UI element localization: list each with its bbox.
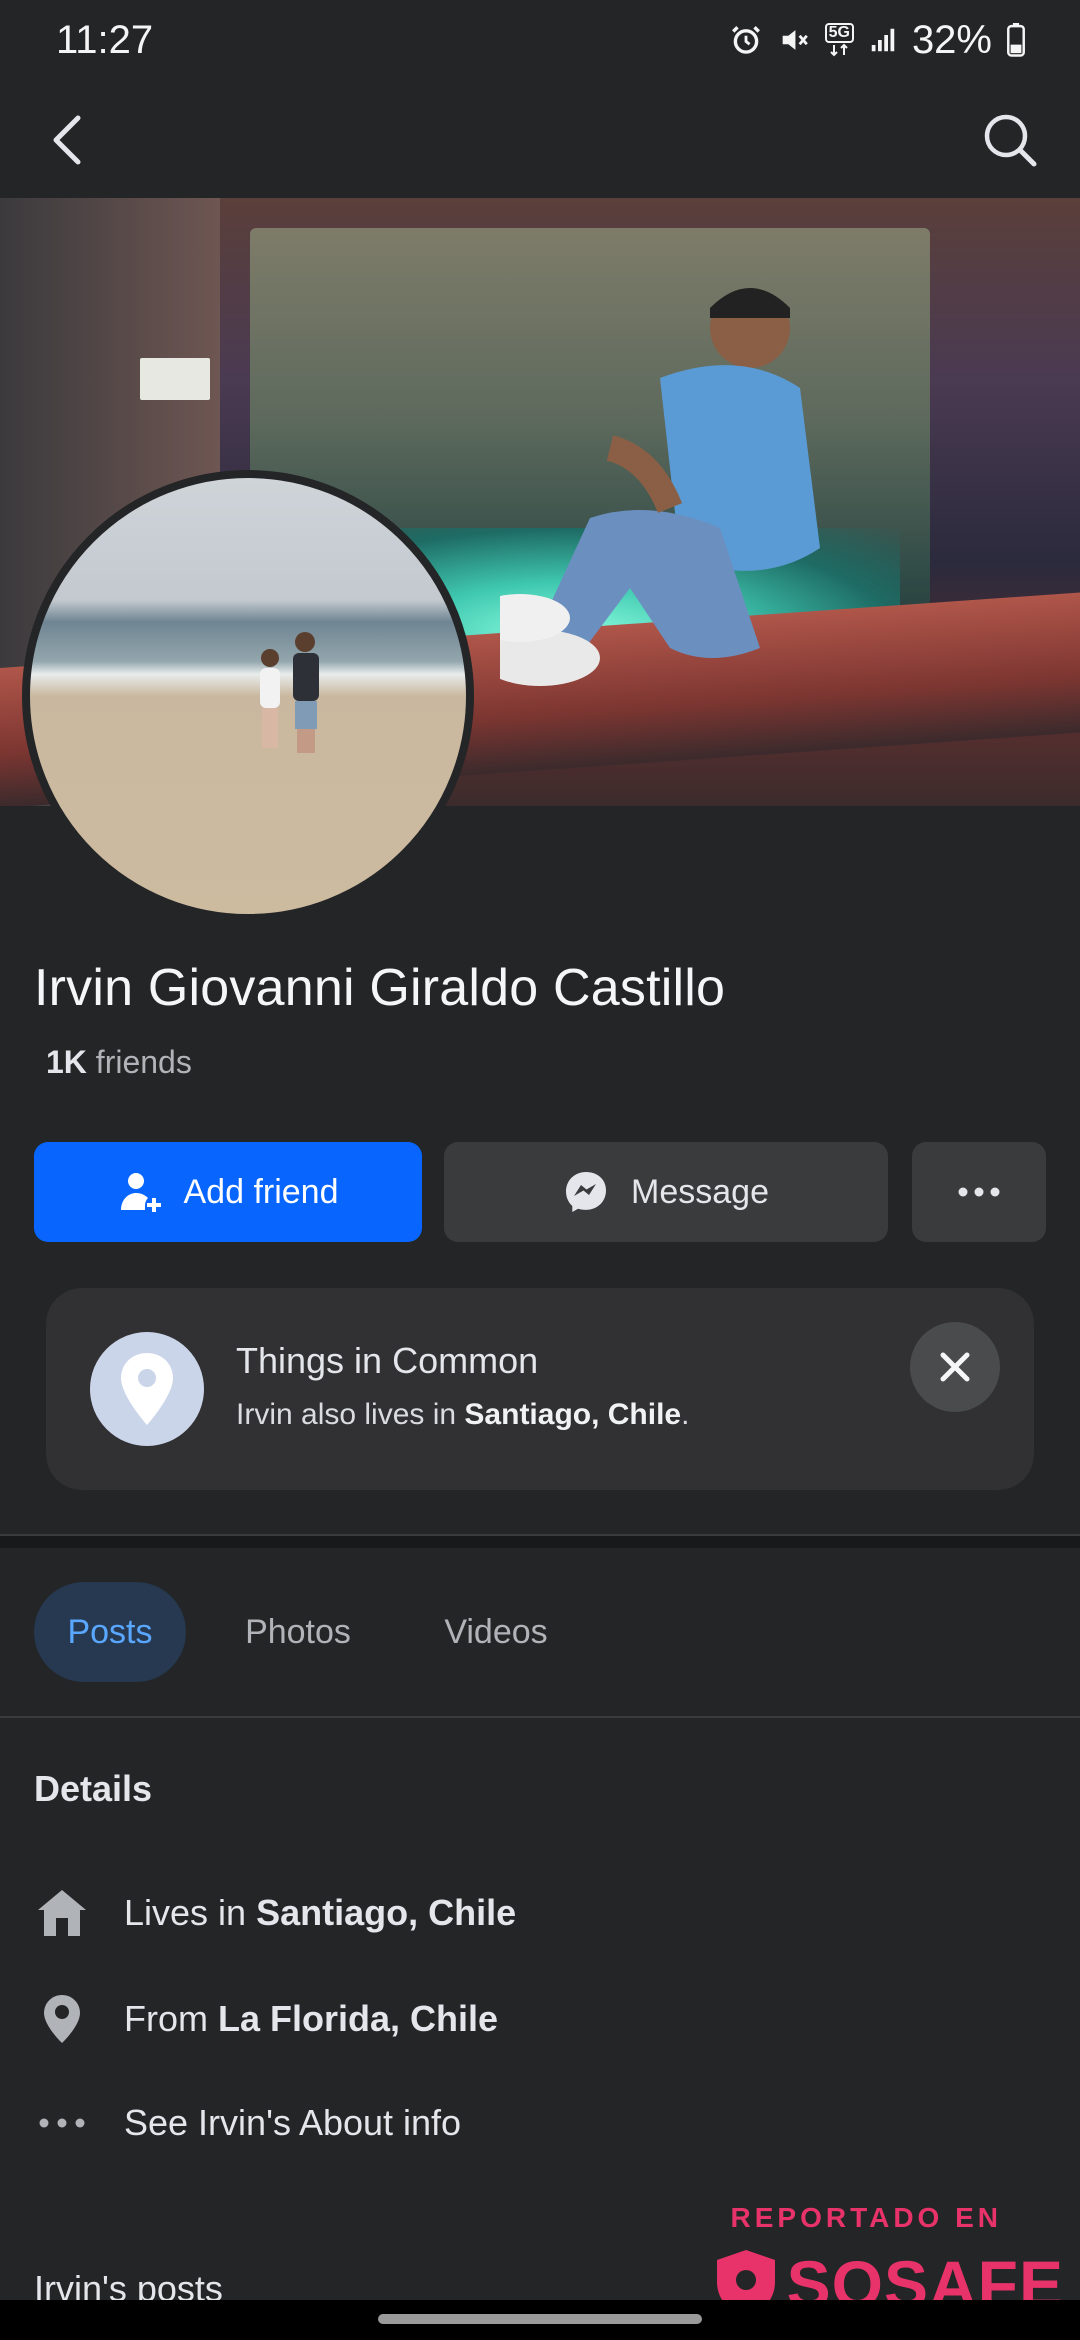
messenger-icon (566, 1172, 607, 1212)
more-horizontal-icon (0, 2117, 124, 2129)
more-horizontal-icon (958, 1187, 1000, 1197)
section-divider (0, 1534, 1080, 1548)
detail-from: From La Florida, Chile (0, 1984, 1080, 2054)
see-about-info-link[interactable]: See Irvin's About info (0, 2088, 1080, 2158)
from-place[interactable]: La Florida, Chile (218, 1998, 498, 2039)
things-in-common-text: Irvin also lives in Santiago, Chile. (236, 1398, 690, 1431)
close-icon (940, 1352, 970, 1382)
tabs-divider (0, 1716, 1080, 1718)
tab-videos[interactable]: Videos (420, 1582, 572, 1682)
search-button[interactable] (980, 110, 1040, 170)
message-label: Message (631, 1172, 769, 1211)
cover-sign (140, 358, 210, 400)
alarm-icon (729, 23, 763, 57)
home-icon (0, 1888, 124, 1938)
status-time: 11:27 (56, 18, 154, 62)
tab-posts[interactable]: Posts (34, 1582, 186, 1682)
location-icon (0, 1993, 124, 2045)
details-heading: Details (34, 1768, 153, 1809)
battery-icon (1006, 23, 1026, 57)
friends-count[interactable]: 1K friends (46, 1044, 192, 1081)
common-place: Santiago, Chile (464, 1398, 682, 1431)
location-pin-icon (90, 1332, 204, 1446)
avatar-people (260, 632, 319, 753)
status-icons: 5G 32% (729, 18, 1026, 62)
cover-person (500, 288, 820, 686)
tab-photos[interactable]: Photos (218, 1582, 378, 1682)
friends-count-value: 1K (46, 1044, 87, 1080)
profile-name: Irvin Giovanni Giraldo Castillo (34, 959, 726, 1017)
home-indicator[interactable] (378, 2314, 702, 2324)
add-friend-icon (120, 1173, 161, 1212)
add-friend-label: Add friend (183, 1172, 339, 1211)
things-in-common-card: Things in Common Irvin also lives in San… (46, 1288, 1034, 1490)
profile-avatar[interactable] (22, 470, 474, 922)
search-icon (984, 114, 1037, 167)
network-5g-icon: 5G (824, 23, 854, 57)
status-bar: 11:27 5G 32% (0, 0, 1080, 82)
add-friend-button[interactable]: Add friend (34, 1142, 422, 1242)
watermark-caption: REPORTADO EN (730, 2202, 1002, 2233)
chevron-left-icon (53, 115, 81, 165)
back-button[interactable] (40, 110, 100, 170)
close-button[interactable] (910, 1322, 1000, 1412)
more-options-button[interactable] (912, 1142, 1046, 1242)
top-navigation (0, 82, 1080, 198)
profile-tabs: Posts Photos Videos (0, 1548, 1080, 1718)
detail-lives-in: Lives in Santiago, Chile (0, 1878, 1080, 1948)
see-about-info-label: See Irvin's About info (124, 2102, 462, 2143)
signal-icon (868, 25, 898, 55)
message-button[interactable]: Message (444, 1142, 888, 1242)
battery-text: 32% (911, 17, 992, 62)
things-in-common-title: Things in Common (236, 1340, 539, 1381)
friends-label: friends (95, 1044, 192, 1080)
mute-icon (777, 23, 811, 57)
lives-in-place[interactable]: Santiago, Chile (256, 1892, 516, 1933)
